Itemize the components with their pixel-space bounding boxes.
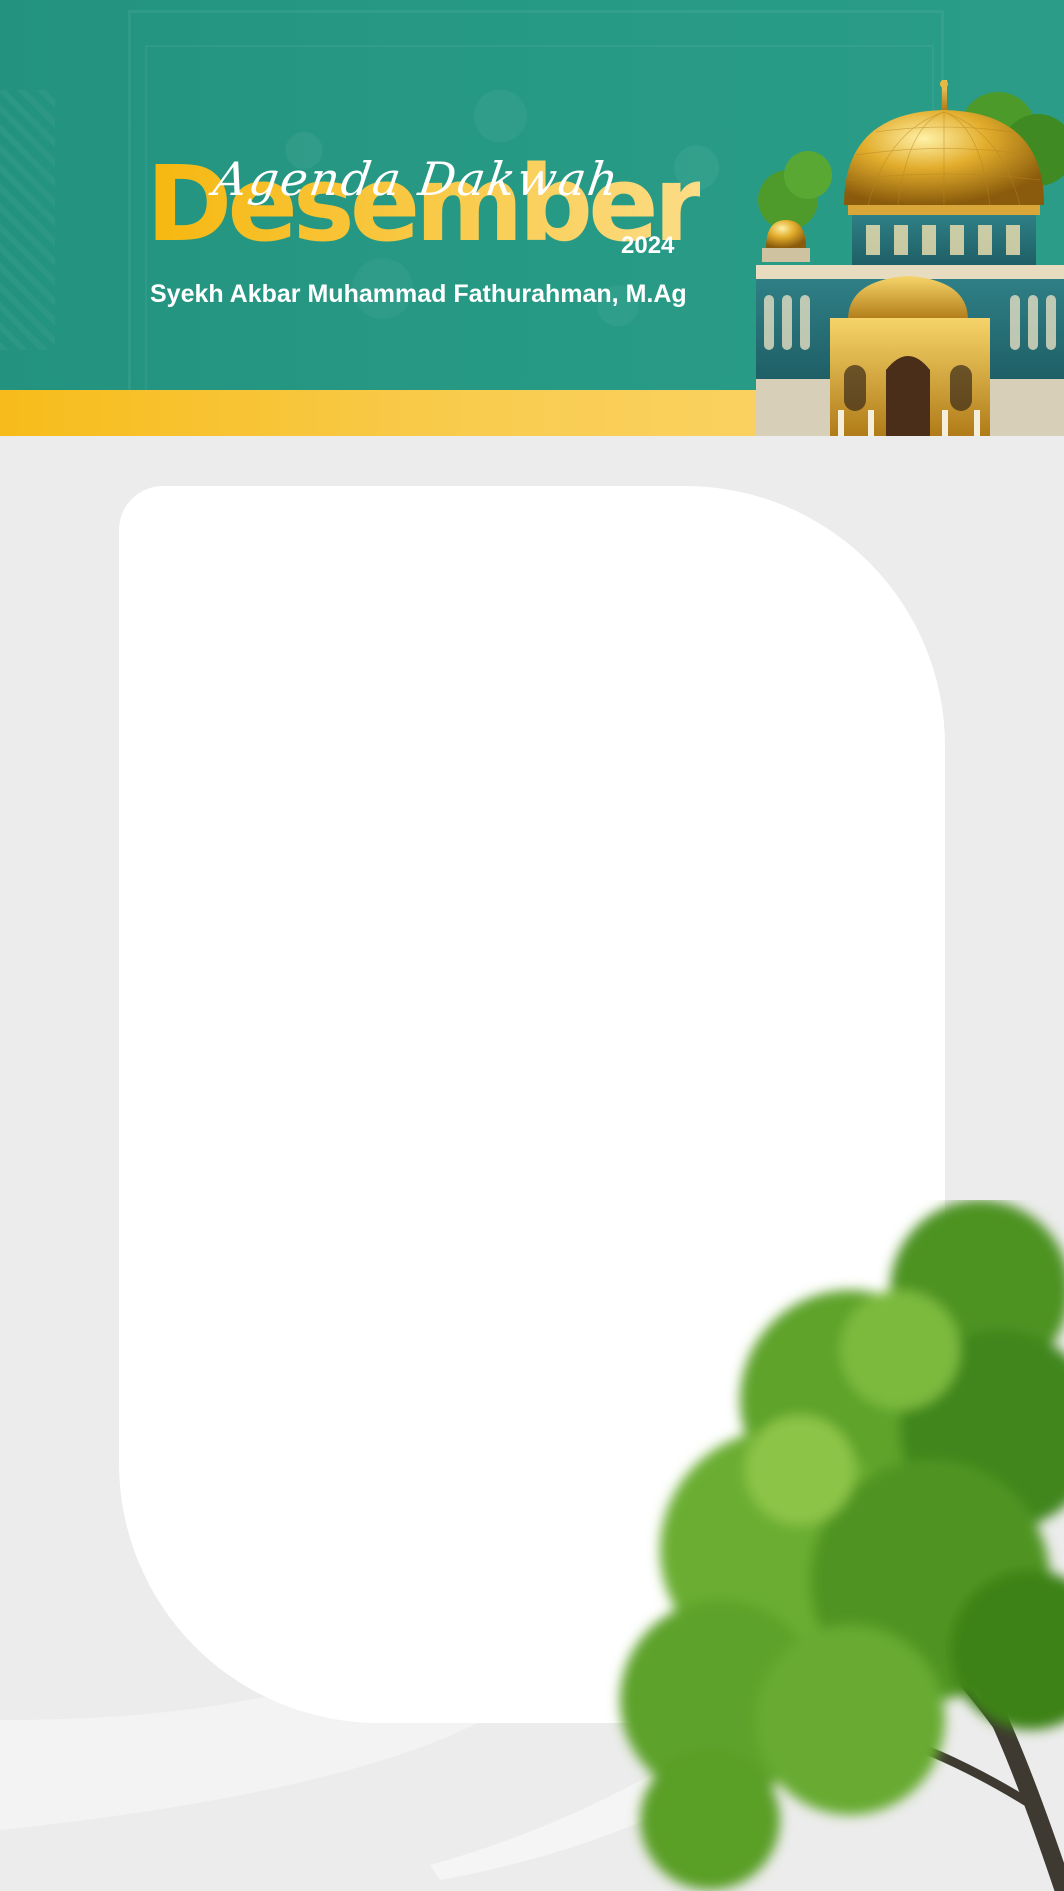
- poster: Desember Agenda Dakwah 2024 Syekh Akbar …: [0, 0, 1064, 1891]
- mosque-dome-illustration: [756, 80, 1064, 436]
- tree-illustration: [620, 1200, 1064, 1891]
- year-label: 2024: [621, 232, 675, 259]
- speaker-name: Syekh Akbar Muhammad Fathurahman, M.Ag: [150, 280, 687, 308]
- agenda-subtitle: Agenda Dakwah: [210, 152, 624, 206]
- side-ornament: [0, 90, 55, 350]
